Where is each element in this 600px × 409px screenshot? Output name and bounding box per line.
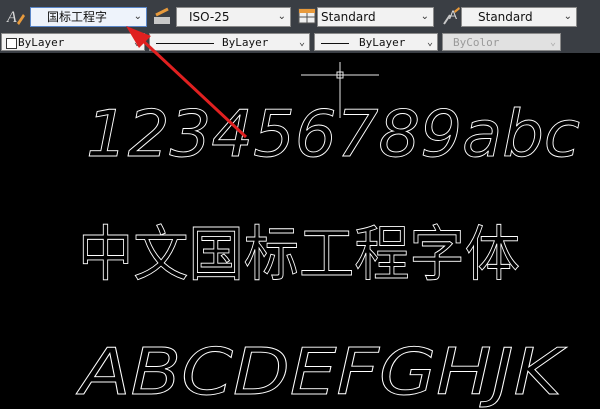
text-style-icon[interactable]: A xyxy=(4,5,26,27)
chevron-down-icon: ⌄ xyxy=(426,37,433,48)
styles-toolbar: A 国标工程字 ⌄ ISO-25 ⌄ Standard ⌄ A Standard… xyxy=(0,0,600,32)
linetype-sample xyxy=(156,43,214,44)
plot-style-dropdown: ByColor ⌄ xyxy=(442,33,561,51)
chevron-down-icon: ⌄ xyxy=(549,37,556,48)
multileader-style-value: Standard xyxy=(478,10,533,24)
chevron-down-icon: ⌄ xyxy=(563,11,572,22)
chevron-down-icon: ⌄ xyxy=(277,11,286,22)
chevron-down-icon: ⌄ xyxy=(133,11,142,22)
table-style-icon[interactable] xyxy=(296,5,318,27)
linetype-value: ByLayer xyxy=(222,36,269,49)
text-style-dropdown[interactable]: 国标工程字 ⌄ xyxy=(30,7,147,27)
sample-text-digits: 123456789abc xyxy=(86,98,580,172)
linetype-dropdown[interactable]: ByLayer ⌄ xyxy=(149,33,310,51)
lineweight-value: ByLayer xyxy=(359,36,406,49)
multileader-style-dropdown[interactable]: Standard ⌄ xyxy=(461,7,577,27)
chevron-down-icon: ⌄ xyxy=(133,37,140,48)
drawing-canvas[interactable]: 123456789abc 中文国标工程字体 ABCDEFGHJK xyxy=(0,53,600,409)
color-dropdown[interactable]: ByLayer ⌄ xyxy=(1,33,145,51)
text-style-value: 国标工程字 xyxy=(47,10,108,24)
sample-text-capitals: ABCDEFGHJK xyxy=(75,336,567,409)
sample-text-chinese: 中文国标工程字体 xyxy=(78,220,520,290)
dimension-style-value: ISO-25 xyxy=(189,10,230,24)
color-swatch xyxy=(6,38,17,49)
dimension-style-dropdown[interactable]: ISO-25 ⌄ xyxy=(176,7,291,27)
table-style-value: Standard xyxy=(321,10,376,24)
chevron-down-icon: ⌄ xyxy=(420,11,429,22)
dimension-style-icon[interactable] xyxy=(152,5,174,27)
lineweight-dropdown[interactable]: ByLayer ⌄ xyxy=(314,33,438,51)
svg-text:A: A xyxy=(6,9,17,26)
properties-toolbar: ByLayer ⌄ ByLayer ⌄ ByLayer ⌄ ByColor ⌄ xyxy=(0,32,600,53)
table-style-dropdown[interactable]: Standard ⌄ xyxy=(317,7,434,27)
plot-style-value: ByColor xyxy=(453,36,500,49)
lineweight-sample xyxy=(321,43,349,44)
multileader-style-icon[interactable]: A xyxy=(440,5,462,27)
chevron-down-icon: ⌄ xyxy=(298,37,305,48)
color-value: ByLayer xyxy=(18,36,65,49)
